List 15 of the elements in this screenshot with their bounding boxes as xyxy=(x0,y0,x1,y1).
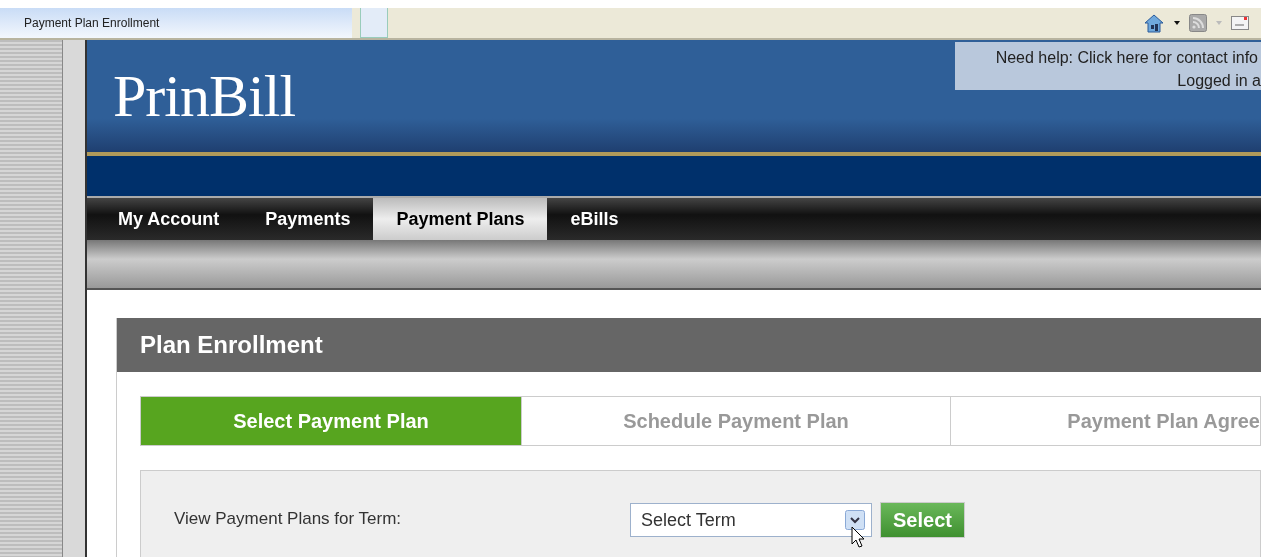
term-label: View Payment Plans for Term: xyxy=(174,508,403,529)
nav-tab[interactable]: Payment Plans xyxy=(373,198,548,240)
mail-icon[interactable] xyxy=(1231,15,1249,31)
browser-tab[interactable]: Payment Plan Enrollment xyxy=(0,8,352,38)
mouse-cursor-icon xyxy=(851,526,867,550)
home-icon[interactable] xyxy=(1143,12,1165,34)
feed-icon[interactable] xyxy=(1189,14,1207,32)
site-logo[interactable]: PrinBill xyxy=(113,62,296,131)
nav-tab[interactable]: Payments xyxy=(242,198,374,240)
help-link[interactable]: Need help: Click here for contact info xyxy=(995,46,1261,69)
caret-icon[interactable] xyxy=(1173,20,1181,26)
panel-title: Plan Enrollment xyxy=(140,331,323,359)
nav-tab[interactable]: My Account xyxy=(95,198,243,240)
login-status: Logged in a xyxy=(1177,71,1261,91)
nav-tab[interactable]: eBills xyxy=(547,198,642,240)
